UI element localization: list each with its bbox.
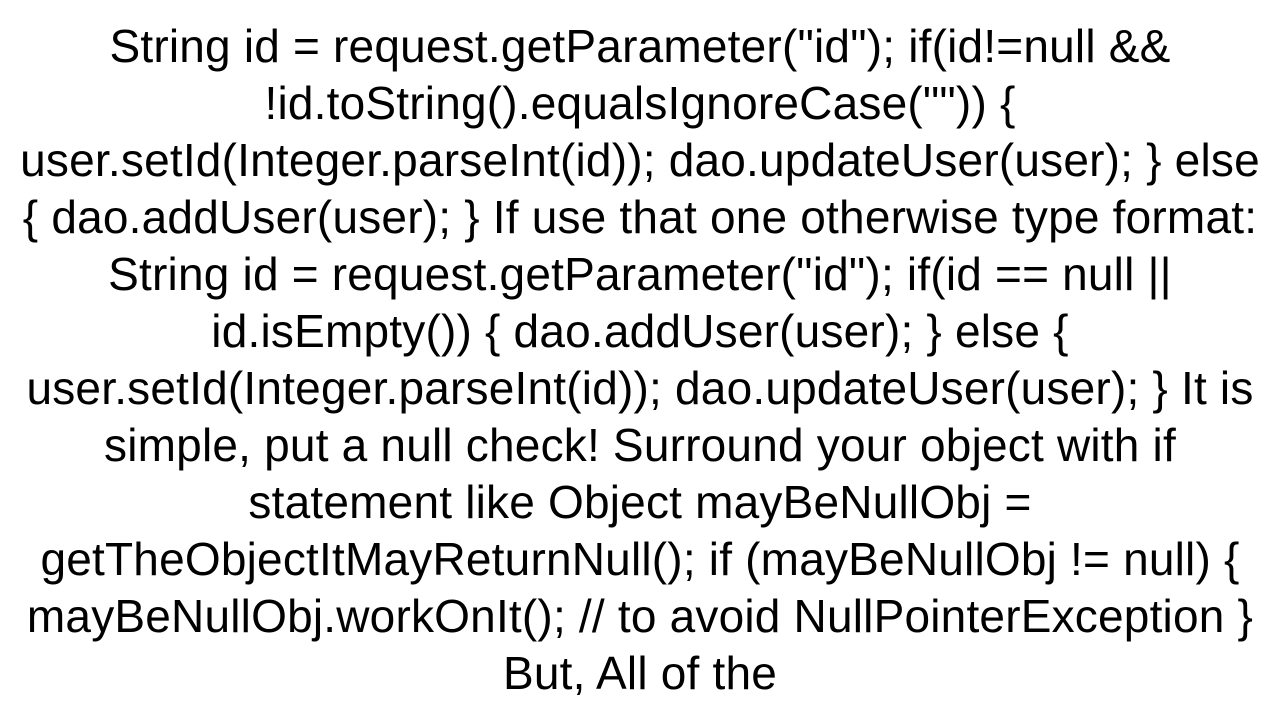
document-text: String id = request.getParameter("id"); … xyxy=(0,18,1280,702)
